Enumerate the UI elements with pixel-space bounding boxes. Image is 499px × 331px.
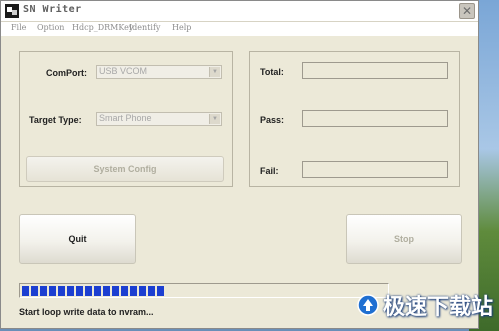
progress-block (148, 286, 155, 296)
system-config-button[interactable]: System Config (26, 156, 224, 182)
config-group: ComPort: USB VCOM ▼ Target Type: Smart P… (19, 51, 233, 187)
progress-block (94, 286, 101, 296)
progress-block (139, 286, 146, 296)
chevron-down-icon: ▼ (209, 114, 220, 124)
menu-option[interactable]: Option (37, 23, 64, 32)
total-label: Total: (260, 67, 284, 77)
download-site-logo-icon (357, 294, 379, 316)
progress-block (22, 286, 29, 296)
progress-bar (19, 283, 389, 298)
menu-hdcp-drmkey[interactable]: Hdcp_DRMKey (72, 23, 133, 32)
menu-help[interactable]: Help (172, 23, 191, 32)
window-title: SN Writer (23, 4, 82, 15)
menu-identify[interactable]: Identify (129, 23, 160, 32)
watermark-text: 极速下载站 (382, 295, 493, 320)
sn-writer-window: SN Writer ✕ File Option Hdcp_DRMKey Iden… (0, 0, 479, 329)
target-type-label: Target Type: (29, 115, 82, 125)
target-type-value: Smart Phone (99, 113, 152, 123)
comport-select[interactable]: USB VCOM ▼ (96, 65, 222, 79)
stats-group: Total: Pass: Fail: (249, 51, 460, 187)
progress-block (85, 286, 92, 296)
total-field (302, 62, 448, 79)
progress-block (49, 286, 56, 296)
progress-block (67, 286, 74, 296)
title-bar[interactable]: SN Writer ✕ (1, 1, 478, 22)
chevron-down-icon: ▼ (209, 67, 220, 77)
progress-block (76, 286, 83, 296)
progress-block (130, 286, 137, 296)
pass-label: Pass: (260, 115, 285, 125)
menu-bar: File Option Hdcp_DRMKey Identify Help (1, 22, 478, 36)
system-config-label: System Config (93, 164, 157, 174)
quit-label: Quit (68, 234, 87, 244)
progress-block (121, 286, 128, 296)
progress-block (58, 286, 65, 296)
close-icon: ✕ (461, 4, 473, 18)
comport-label: ComPort: (46, 68, 87, 78)
stop-button[interactable]: Stop (346, 214, 462, 264)
sn-writer-app-icon (5, 4, 19, 18)
quit-button[interactable]: Quit (19, 214, 136, 264)
comport-value: USB VCOM (99, 66, 148, 76)
progress-fill (22, 286, 164, 296)
progress-block (31, 286, 38, 296)
menu-file[interactable]: File (11, 23, 26, 32)
pass-field (302, 110, 448, 127)
stop-label: Stop (394, 234, 414, 244)
close-button[interactable]: ✕ (459, 3, 475, 19)
fail-field (302, 161, 448, 178)
progress-block (103, 286, 110, 296)
progress-block (40, 286, 47, 296)
watermark: 极速下载站 (357, 289, 493, 321)
fail-label: Fail: (260, 166, 279, 176)
status-text: Start loop write data to nvram... (19, 307, 154, 317)
target-type-select[interactable]: Smart Phone ▼ (96, 112, 222, 126)
progress-block (157, 286, 164, 296)
progress-block (112, 286, 119, 296)
